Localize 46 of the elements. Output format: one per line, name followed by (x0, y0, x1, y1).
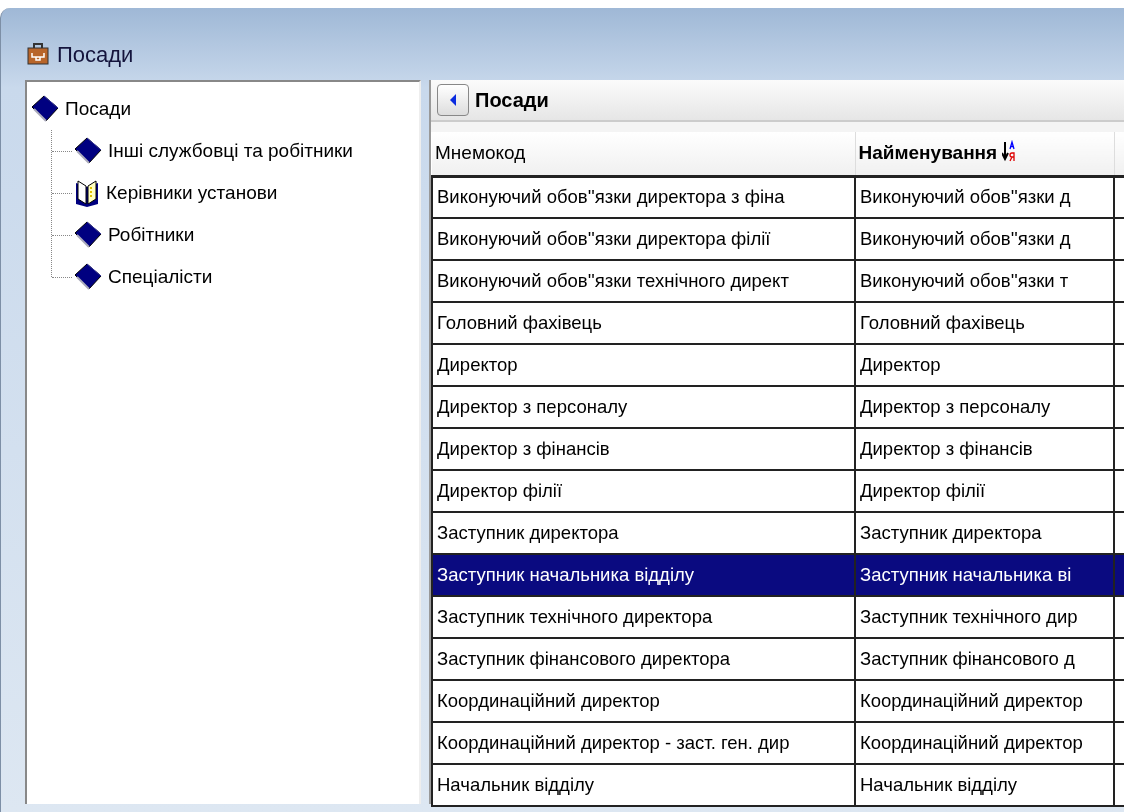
table-cell: Заступник начальника відділу (432, 554, 855, 596)
column-header[interactable]: Найменування (855, 132, 1114, 176)
table-cell: Директор з персоналу (432, 386, 855, 428)
window-title: Посади (57, 40, 134, 69)
column-header[interactable]: Мнемокод (432, 132, 855, 176)
table-cell: Начальник відділу (432, 764, 855, 806)
table-cell: Заступник фінансового д (855, 638, 1114, 680)
panel-title: Посади (475, 88, 549, 113)
tree-item[interactable]: Посади (65, 94, 131, 124)
table-cell: Заступник технічного дир (855, 596, 1114, 638)
table-cell: Директор з фінансів (855, 428, 1114, 470)
table-cell: Директор філії (855, 470, 1114, 512)
table-cell: Виконуючий обов''язки т (855, 260, 1114, 302)
table-cell: Головний фахівець (855, 302, 1114, 344)
table-cell: Координаційний директор (432, 680, 855, 722)
table-cell: Виконуючий обов''язки д (855, 218, 1114, 260)
table-cell: Директор (432, 344, 855, 386)
sort-icon (1002, 140, 1017, 162)
table-cell: Директор з фінансів (432, 428, 855, 470)
table-cell: Координаційний директор - заст. ген. дир (432, 722, 855, 764)
book-icon (74, 263, 102, 291)
table-cell: Виконуючий обов''язки технічного директ (432, 260, 855, 302)
table-cell: Координаційний директор (855, 722, 1114, 764)
back-button[interactable] (437, 84, 469, 116)
back-icon (448, 93, 458, 107)
book-icon (74, 221, 102, 249)
table-cell: Головний фахівець (432, 302, 855, 344)
table-cell: Директор філії (432, 470, 855, 512)
table-cell: Виконуючий обов''язки д (855, 176, 1114, 218)
table-cell: Директор з персоналу (855, 386, 1114, 428)
book-icon (31, 95, 59, 123)
tree-item[interactable]: Інші службовці та робітники (108, 136, 353, 166)
open-book-icon (74, 179, 100, 207)
table-cell: Начальник відділу (855, 764, 1114, 806)
table-cell: Виконуючий обов''язки директора з фіна (432, 176, 855, 218)
table-cell: Директор (855, 344, 1114, 386)
table-cell: Координаційний директор (855, 680, 1114, 722)
table-cell: Заступник фінансового директора (432, 638, 855, 680)
book-icon (74, 137, 102, 165)
table-cell: Заступник технічного директора (432, 596, 855, 638)
briefcase-icon (27, 43, 49, 65)
tree-item[interactable]: Керівники установи (106, 178, 278, 208)
tree-item[interactable]: Робітники (108, 220, 195, 250)
table-cell: Заступник начальника ві (855, 554, 1114, 596)
tree-item[interactable]: Спеціалісти (108, 262, 213, 292)
table-cell: Виконуючий обов''язки директора філії (432, 218, 855, 260)
